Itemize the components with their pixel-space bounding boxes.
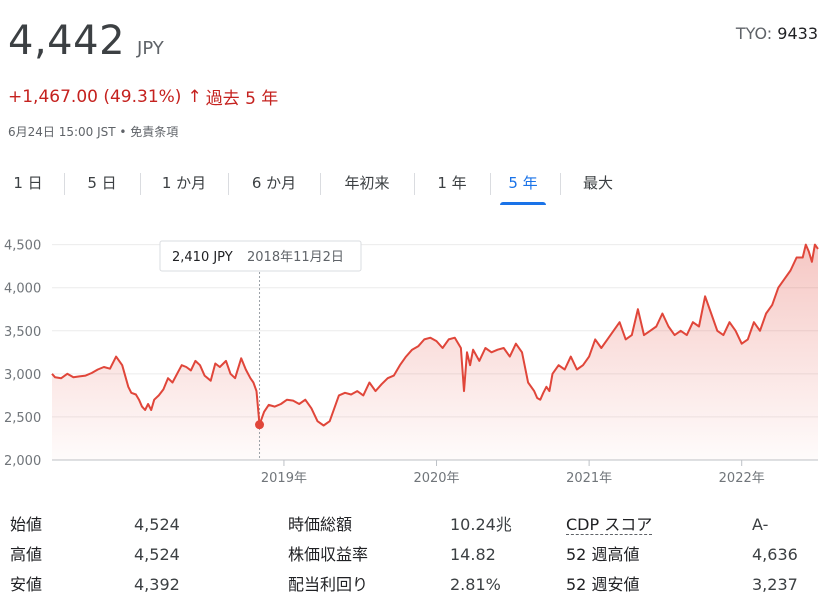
stat-label: 配当利回り	[288, 575, 369, 594]
current-price: 4,442	[8, 18, 126, 64]
y-tick-label: 4,500	[4, 239, 41, 254]
y-tick-label: 3,000	[4, 368, 41, 383]
stat-value: 14.82	[450, 545, 496, 564]
tab-divider	[320, 173, 321, 195]
ticker-symbol: TYO: 9433	[736, 24, 818, 43]
tab-divider	[64, 173, 65, 195]
stat-pe-ratio: 株価収益率 14.82	[288, 540, 496, 570]
stat-label: 株価収益率	[288, 545, 369, 564]
change-value: +1,467.00 (49.31%)	[8, 86, 182, 107]
tooltip-price: 2,410 JPY	[172, 250, 233, 265]
stat-value: 4,524	[134, 545, 180, 564]
tab-max[interactable]: 最大	[570, 165, 626, 201]
y-tick-label: 3,500	[4, 325, 41, 340]
stat-label: 52 週高値	[566, 545, 640, 564]
stat-label: 時価総額	[288, 515, 353, 534]
x-tick-label: 2022年	[719, 471, 765, 486]
price-area-fill	[52, 244, 818, 460]
stat-cdp-score[interactable]: CDP スコア A-	[566, 510, 768, 540]
change-period: 過去 5 年	[205, 89, 279, 109]
timestamp-disclaimer[interactable]: 6月24日 15:00 JST • 免責条項	[8, 123, 178, 140]
stat-value: 10.24兆	[450, 515, 512, 534]
stat-value: 3,237	[752, 575, 798, 594]
tab-divider	[560, 173, 561, 195]
y-tick-label: 2,500	[4, 411, 41, 426]
price-chart[interactable]: 2,000 2,500 3,000 3,500 4,000 4,500 2019年 2020…	[0, 228, 830, 500]
range-tabs: 1 日 5 日 1 か月 6 か月 年初来 1 年 5 年 最大	[0, 165, 830, 205]
y-tick-label: 4,000	[4, 282, 41, 297]
arrow-up-icon: ↑	[187, 86, 202, 107]
tab-1d[interactable]: 1 日	[0, 165, 56, 201]
x-axis: 2019年 2020年 2021年 2022年	[261, 460, 765, 486]
stat-high: 高値 4,524	[10, 540, 180, 570]
stat-52w-high: 52 週高値 4,636	[566, 540, 798, 570]
x-tick-label: 2020年	[413, 471, 459, 486]
tab-1m[interactable]: 1 か月	[148, 165, 220, 201]
price-display: 4,442 JPY	[8, 18, 164, 64]
currency-label: JPY	[137, 38, 164, 59]
ticker-code: 9433	[777, 24, 818, 43]
stat-value: 4,524	[134, 515, 180, 534]
stat-value: 2.81%	[450, 575, 501, 594]
stat-52w-low: 52 週安値 3,237	[566, 570, 798, 600]
stat-label[interactable]: CDP スコア	[566, 515, 653, 535]
tooltip-date: 2018年11月2日	[247, 250, 344, 265]
stat-open: 始値 4,524	[10, 510, 180, 540]
ticker-exchange: TYO:	[735, 24, 778, 43]
stat-value: 4,392	[134, 575, 180, 594]
price-change: +1,467.00 (49.31%) ↑ 過去 5 年	[8, 84, 279, 110]
stat-label: 52 週安値	[566, 575, 640, 594]
stat-dividend-yield: 配当利回り 2.81%	[288, 570, 501, 600]
stat-label: 安値	[10, 575, 43, 594]
stat-market-cap: 時価総額 10.24兆	[288, 510, 512, 540]
y-axis: 2,000 2,500 3,000 3,500 4,000 4,500	[4, 239, 41, 469]
stat-value: 4,636	[752, 545, 798, 564]
tab-6m[interactable]: 6 か月	[236, 165, 312, 201]
tab-divider	[228, 173, 229, 195]
x-tick-label: 2019年	[261, 471, 307, 486]
stat-label: 高値	[10, 545, 43, 564]
tab-ytd[interactable]: 年初来	[328, 165, 406, 201]
x-tick-label: 2021年	[566, 471, 612, 486]
stat-low: 安値 4,392	[10, 570, 180, 600]
tab-1y[interactable]: 1 年	[422, 165, 482, 201]
highlight-point	[255, 420, 265, 430]
stat-value: A-	[752, 515, 769, 534]
tooltip: 2,410 JPY 2018年11月2日	[159, 240, 362, 272]
tab-divider	[490, 173, 491, 195]
tab-5y[interactable]: 5 年	[500, 165, 546, 205]
tab-divider	[140, 173, 141, 195]
y-tick-label: 2,000	[4, 454, 41, 469]
stat-label: 始値	[10, 515, 43, 534]
tab-5d[interactable]: 5 日	[72, 165, 132, 201]
tab-divider	[414, 173, 415, 195]
